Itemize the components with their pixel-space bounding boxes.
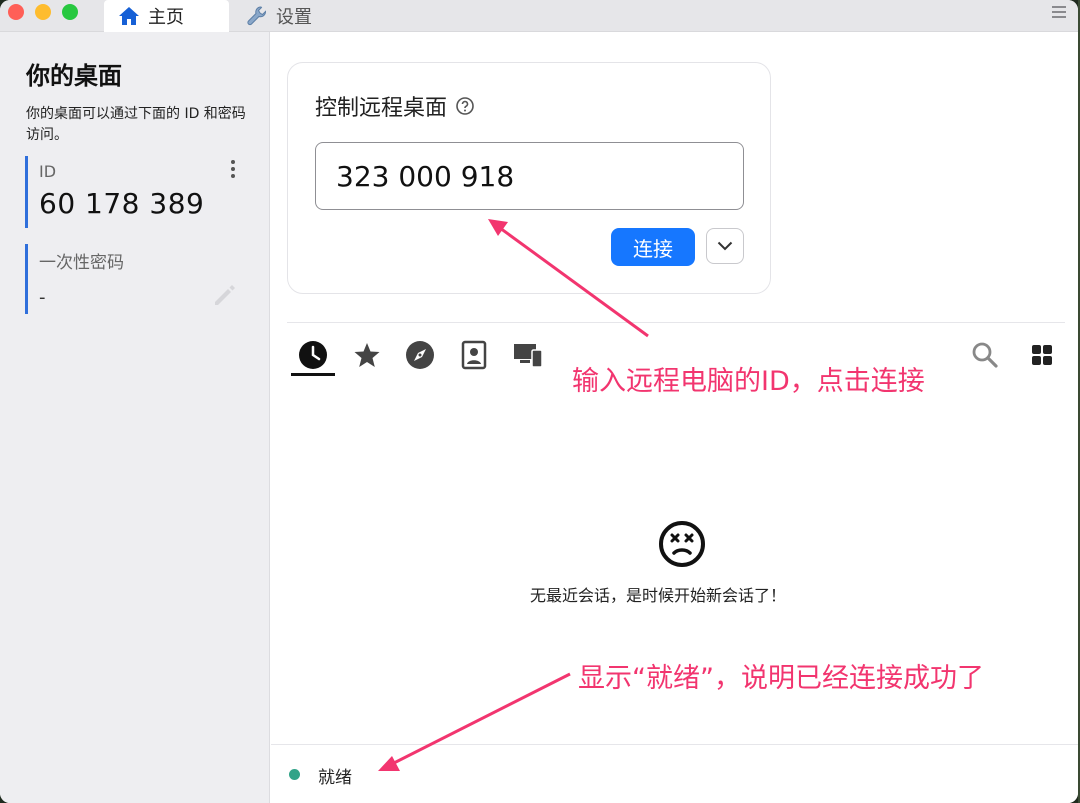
tab-home[interactable]: 主页 bbox=[104, 0, 229, 32]
home-icon bbox=[119, 7, 139, 25]
control-remote-title: 控制远程桌面 bbox=[315, 90, 475, 122]
status-text: 就绪 bbox=[318, 768, 352, 788]
your-desktop-title: 你的桌面 bbox=[26, 62, 122, 90]
password-label: 一次性密码 bbox=[39, 253, 124, 273]
remote-id-input[interactable] bbox=[315, 142, 744, 210]
minimize-window-button[interactable] bbox=[35, 4, 51, 20]
app-window: 主页 设置 你的桌面 你的桌面可以通过下面的 ID 和密码访问。 ID 60 1… bbox=[0, 0, 1078, 803]
control-remote-card: 控制远程桌面 连接 bbox=[287, 62, 771, 294]
chevron-down-icon bbox=[717, 241, 733, 251]
status-dot bbox=[289, 769, 300, 780]
menu-icon[interactable] bbox=[1052, 6, 1066, 21]
contact-card-icon bbox=[461, 340, 487, 370]
search-icon bbox=[972, 342, 998, 368]
connect-options-dropdown[interactable] bbox=[706, 228, 744, 264]
sad-face-icon bbox=[659, 521, 705, 567]
devices-icon bbox=[514, 344, 543, 368]
devices-tab[interactable] bbox=[511, 338, 545, 372]
tab-home-label: 主页 bbox=[148, 7, 184, 28]
status-bar: 就绪 bbox=[271, 744, 1078, 803]
help-icon[interactable] bbox=[455, 96, 475, 116]
connect-button[interactable]: 连接 bbox=[611, 228, 695, 266]
your-desktop-description: 你的桌面可以通过下面的 ID 和密码访问。 bbox=[26, 106, 246, 143]
clock-icon bbox=[299, 341, 327, 369]
tab-settings[interactable]: 设置 bbox=[232, 0, 326, 32]
recent-sessions-tab[interactable] bbox=[296, 338, 330, 372]
address-book-tab[interactable] bbox=[457, 338, 491, 372]
active-tab-underline bbox=[291, 373, 335, 376]
section-divider bbox=[287, 322, 1065, 323]
favorites-tab[interactable] bbox=[350, 338, 384, 372]
left-panel: 你的桌面 你的桌面可以通过下面的 ID 和密码访问。 ID 60 178 389… bbox=[0, 32, 270, 803]
zoom-window-button[interactable] bbox=[62, 4, 78, 20]
control-remote-title-text: 控制远程桌面 bbox=[315, 96, 448, 121]
more-options-icon[interactable] bbox=[231, 160, 237, 181]
annotation-enter-id: 输入远程电脑的ID，点击连接 bbox=[572, 366, 925, 397]
empty-sessions-message: 无最近会话，是时候开始新会话了！ bbox=[530, 586, 787, 605]
grid-icon bbox=[1032, 345, 1052, 365]
local-id-label: ID bbox=[39, 162, 57, 181]
search-button[interactable] bbox=[968, 338, 1002, 372]
local-id-value[interactable]: 60 178 389 bbox=[39, 187, 245, 220]
annotation-ready: 显示“就绪”，说明已经连接成功了 bbox=[578, 663, 984, 694]
pencil-icon[interactable] bbox=[209, 280, 239, 310]
local-id-block: ID 60 178 389 bbox=[25, 156, 245, 228]
star-icon bbox=[354, 343, 380, 367]
close-window-button[interactable] bbox=[8, 4, 24, 20]
password-block: 一次性密码 - bbox=[25, 244, 245, 314]
grid-view-button[interactable] bbox=[1025, 338, 1059, 372]
discovered-tab[interactable] bbox=[403, 338, 437, 372]
compass-icon bbox=[406, 341, 434, 369]
tab-settings-label: 设置 bbox=[276, 7, 312, 28]
title-bar: 主页 设置 bbox=[0, 0, 1078, 32]
wrench-icon bbox=[247, 6, 266, 26]
